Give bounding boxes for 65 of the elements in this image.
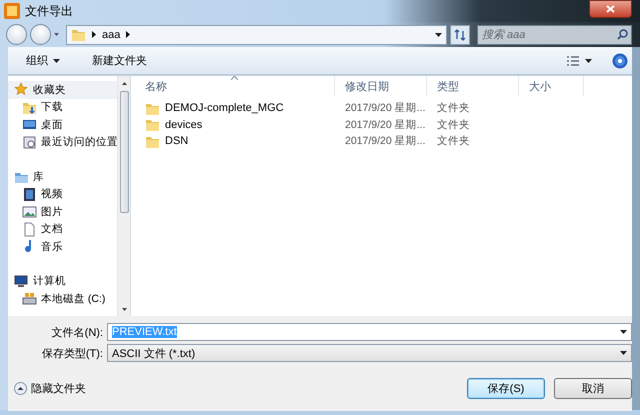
chevron-icon xyxy=(126,31,130,38)
file-type-dropdown[interactable]: ASCII 文件 (*.txt) xyxy=(107,344,632,362)
sidebar-item[interactable]: 下载 xyxy=(8,98,117,116)
organize-menu-button[interactable]: 组织 xyxy=(20,51,66,70)
list-view-icon xyxy=(567,56,579,66)
cancel-button[interactable]: 取消 xyxy=(554,378,632,399)
file-name[interactable]: DEMOJ-complete_MGC xyxy=(135,100,335,116)
folder-icon xyxy=(71,27,86,42)
history-caret-icon[interactable] xyxy=(54,33,59,36)
address-bar[interactable]: aaa xyxy=(66,24,447,44)
file-type: 文件夹 xyxy=(436,118,471,132)
file-name[interactable]: devices xyxy=(135,117,335,132)
refresh-button[interactable] xyxy=(450,24,470,44)
sidebar-group[interactable]: 收藏夹 xyxy=(8,81,117,98)
sidebar-item[interactable]: 桌面 xyxy=(8,116,117,134)
scrollbar-thumb[interactable] xyxy=(120,91,128,213)
scroll-up-icon[interactable] xyxy=(122,82,126,84)
window-title: 文件导出 xyxy=(25,2,74,20)
search-field[interactable]: 搜索 aaa xyxy=(477,24,632,44)
new-folder-button[interactable]: 新建文件夹 xyxy=(86,51,153,70)
file-type-label: 保存类型(T): xyxy=(40,346,103,360)
breadcrumb[interactable]: aaa xyxy=(102,28,120,40)
column-header[interactable]: 类型 xyxy=(427,76,519,96)
drive-icon xyxy=(22,291,37,306)
scroll-down-icon[interactable] xyxy=(122,308,126,310)
sidebar-group[interactable]: 计算机 xyxy=(8,272,117,290)
collapse-icon xyxy=(14,382,27,395)
search-icon xyxy=(617,28,628,40)
caret-icon[interactable] xyxy=(620,351,627,355)
folder-icon xyxy=(145,117,160,132)
computer-icon xyxy=(14,274,29,289)
dropdown-caret-icon[interactable] xyxy=(435,32,442,36)
sidebar-item[interactable]: 视频 xyxy=(8,186,117,203)
file-name[interactable]: DSN xyxy=(135,134,335,149)
column-header[interactable]: 修改日期 xyxy=(335,76,427,96)
close-icon xyxy=(606,5,615,13)
sidebar-item[interactable]: 音乐 xyxy=(8,238,117,256)
picture-icon xyxy=(22,204,37,220)
document-icon xyxy=(22,222,37,237)
sidebar-item[interactable]: 本地磁盘 (C:) xyxy=(8,290,117,308)
modified-date: 2017/9/20 星期... xyxy=(344,101,426,116)
file-name-label: 文件名(N): xyxy=(50,326,103,340)
save-button[interactable]: 保存(S) xyxy=(467,378,545,399)
app-icon xyxy=(4,3,20,19)
modified-date: 2017/9/20 星期... xyxy=(344,134,426,148)
file-name-value: PREVIEW.txt xyxy=(112,326,177,338)
back-button[interactable] xyxy=(6,24,27,45)
file-type: 文件夹 xyxy=(436,101,471,116)
column-header[interactable]: 大小 xyxy=(519,76,584,96)
sidebar-group[interactable]: 库 xyxy=(8,168,117,186)
sidebar-item[interactable]: 文档 xyxy=(8,220,117,238)
chevron-icon xyxy=(92,31,96,38)
sidebar-item[interactable]: 最近访问的位置 xyxy=(8,134,117,151)
caret-icon[interactable] xyxy=(53,58,60,62)
modified-date: 2017/9/20 星期... xyxy=(344,118,426,132)
caret-icon[interactable] xyxy=(585,58,592,62)
refresh-icon xyxy=(454,28,466,40)
caret-icon[interactable] xyxy=(620,330,627,334)
sidebar-item[interactable]: 图片 xyxy=(8,203,117,220)
file-type: 文件夹 xyxy=(436,134,471,148)
forward-button[interactable] xyxy=(30,24,51,45)
close-button[interactable] xyxy=(589,0,632,18)
hide-folders-button[interactable]: 隐藏文件夹 xyxy=(14,381,86,396)
star-icon xyxy=(14,82,29,98)
column-header[interactable]: 名称 xyxy=(135,76,335,96)
